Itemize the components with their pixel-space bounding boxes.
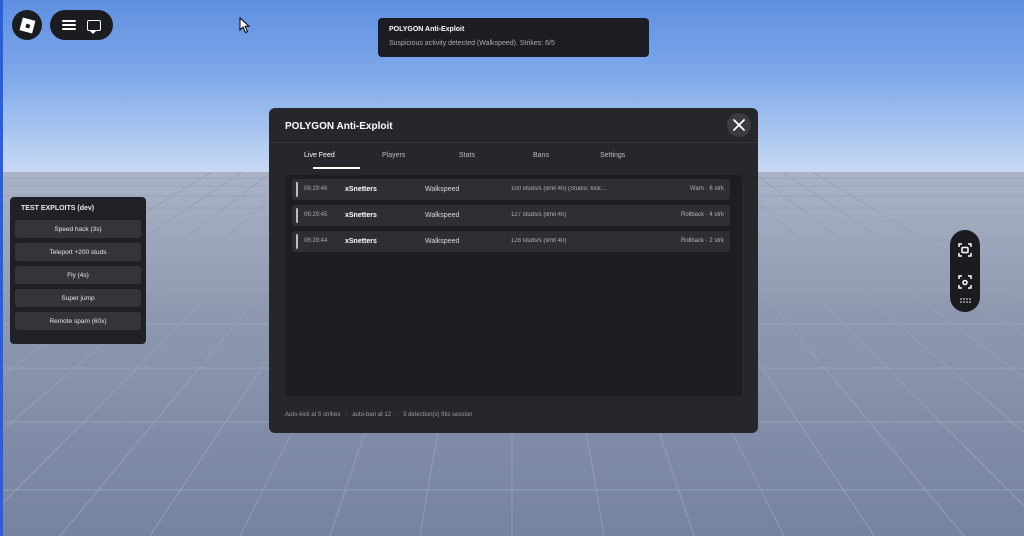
feed-action: Warn · 6 strk bbox=[689, 186, 724, 192]
fly-button[interactable]: Fly (4s) bbox=[15, 266, 141, 284]
close-icon bbox=[733, 119, 745, 131]
remote-spam-button[interactable]: Remote spam (60x) bbox=[15, 312, 141, 330]
chat-icon[interactable] bbox=[87, 19, 102, 34]
roblox-logo-icon bbox=[19, 17, 35, 33]
screen-capture-icon[interactable] bbox=[958, 243, 972, 257]
feed-time: 06:29:45 bbox=[304, 212, 328, 218]
tab-bar: Live Feed Players Stats Bans Settings bbox=[285, 152, 742, 170]
test-exploits-panel: TEST EXPLOITS (dev) Speed hack (3s) Tele… bbox=[10, 197, 146, 344]
tab-live-feed[interactable]: Live Feed bbox=[304, 152, 335, 159]
feed-user: xSnetters bbox=[345, 238, 377, 245]
feed-action: Rollback · 4 strk bbox=[680, 212, 724, 218]
dialog-title: POLYGON Anti-Exploit bbox=[285, 121, 393, 132]
feed-row[interactable]: 06:28:44 xSnetters Walkspeed 128 studs/s… bbox=[292, 231, 730, 252]
severity-bar bbox=[296, 234, 298, 249]
feed-action: Rollback · 2 strk bbox=[680, 238, 724, 244]
tab-bans[interactable]: Bans bbox=[533, 152, 549, 159]
tab-players[interactable]: Players bbox=[382, 152, 405, 159]
test-panel-title: TEST EXPLOITS (dev) bbox=[21, 205, 95, 212]
footer-detections: 3 detection(s) this session bbox=[403, 412, 473, 418]
topbar-pill bbox=[50, 10, 113, 40]
active-tab-indicator bbox=[313, 167, 360, 169]
toast-message: Suspicious activity detected (Walkspeed)… bbox=[389, 40, 555, 47]
dialog-footer: Auto-kick at 5 strikes · auto-ban at 12 · 3 … bbox=[285, 412, 473, 418]
super-jump-button[interactable]: Super jump bbox=[15, 289, 141, 307]
feed-type: Walkspeed bbox=[425, 186, 460, 193]
feed-row[interactable]: 06:29:45 xSnetters Walkspeed 127 studs/s… bbox=[292, 205, 730, 226]
toast-title: POLYGON Anti-Exploit bbox=[389, 26, 465, 33]
hamburger-menu-icon[interactable] bbox=[61, 20, 76, 30]
feed-user: xSnetters bbox=[345, 212, 377, 219]
teleport-button[interactable]: Teleport +200 studs bbox=[15, 243, 141, 261]
window-edge bbox=[0, 0, 3, 536]
footer-autokick: Auto-kick at 5 strikes bbox=[285, 412, 341, 418]
mouse-cursor-icon bbox=[239, 17, 251, 34]
tab-settings[interactable]: Settings bbox=[600, 152, 625, 159]
grip-dots-icon[interactable] bbox=[958, 297, 972, 305]
self-view-icon[interactable] bbox=[958, 275, 972, 289]
notification-toast: POLYGON Anti-Exploit Suspicious activity… bbox=[378, 18, 649, 57]
close-button[interactable] bbox=[727, 113, 751, 137]
feed-type: Walkspeed bbox=[425, 212, 460, 219]
feed-type: Walkspeed bbox=[425, 238, 460, 245]
side-controls bbox=[950, 230, 980, 312]
header-divider bbox=[269, 142, 758, 143]
speed-hack-button[interactable]: Speed hack (3s) bbox=[15, 220, 141, 238]
feed-time: 06:28:44 bbox=[304, 238, 328, 244]
footer-autoban: auto-ban at 12 bbox=[352, 412, 392, 418]
severity-bar bbox=[296, 208, 298, 223]
tab-stats[interactable]: Stats bbox=[459, 152, 475, 159]
severity-bar bbox=[296, 182, 298, 197]
roblox-menu-button[interactable] bbox=[12, 10, 42, 40]
anti-exploit-dialog: POLYGON Anti-Exploit Live Feed Players S… bbox=[269, 108, 758, 433]
feed-time: 06:29:46 bbox=[304, 186, 328, 192]
feed-row[interactable]: 06:29:46 xSnetters Walkspeed 100 studs/s… bbox=[292, 179, 730, 200]
feed-user: xSnetters bbox=[345, 186, 377, 193]
feed-detail: 128 studs/s (limit 40) bbox=[511, 238, 567, 244]
feed-detail: 100 studs/s (limit 40) (Studio: kick… bbox=[511, 186, 607, 192]
live-feed-list: 06:29:46 xSnetters Walkspeed 100 studs/s… bbox=[285, 175, 742, 396]
feed-detail: 127 studs/s (limit 40) bbox=[511, 212, 567, 218]
